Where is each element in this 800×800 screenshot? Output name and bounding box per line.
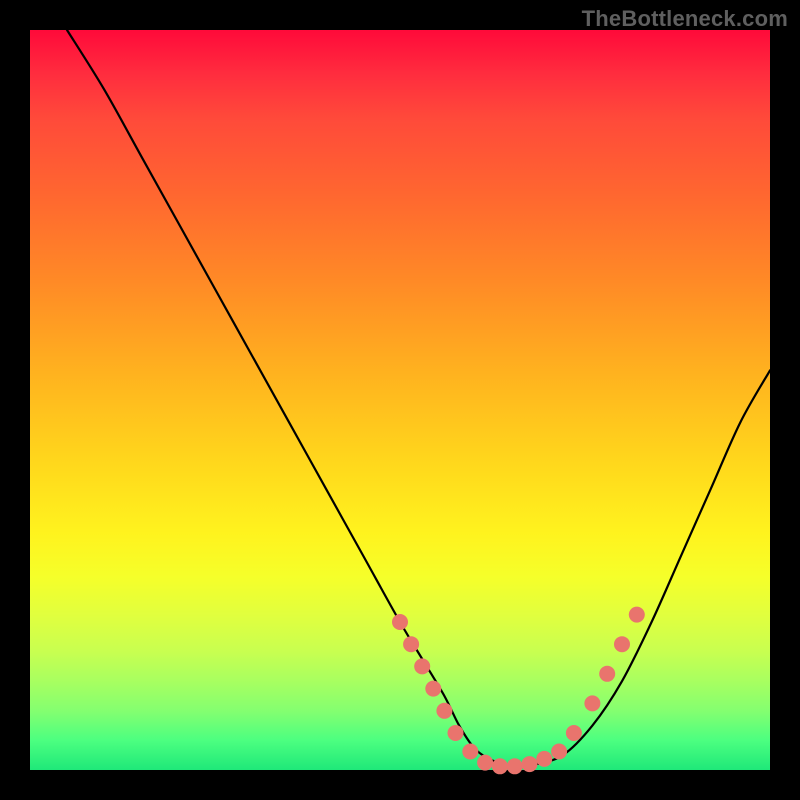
marker-dot [462,744,478,760]
curve-svg [30,30,770,770]
marker-dot [551,744,567,760]
marker-dot [566,725,582,741]
marker-dot [614,636,630,652]
marker-dot [414,658,430,674]
marker-dot [425,681,441,697]
marker-dot [584,695,600,711]
marker-dot [436,703,452,719]
marker-dot [492,758,508,774]
marker-dot [599,666,615,682]
marker-dots [392,607,645,775]
marker-dot [507,758,523,774]
marker-dot [448,725,464,741]
marker-dot [522,756,538,772]
marker-dot [403,636,419,652]
marker-dot [477,755,493,771]
marker-dot [536,751,552,767]
marker-dot [629,607,645,623]
marker-dot [392,614,408,630]
plot-area [30,30,770,770]
bottleneck-curve [67,30,770,766]
watermark-text: TheBottleneck.com [582,6,788,32]
bottleneck-chart: TheBottleneck.com [0,0,800,800]
